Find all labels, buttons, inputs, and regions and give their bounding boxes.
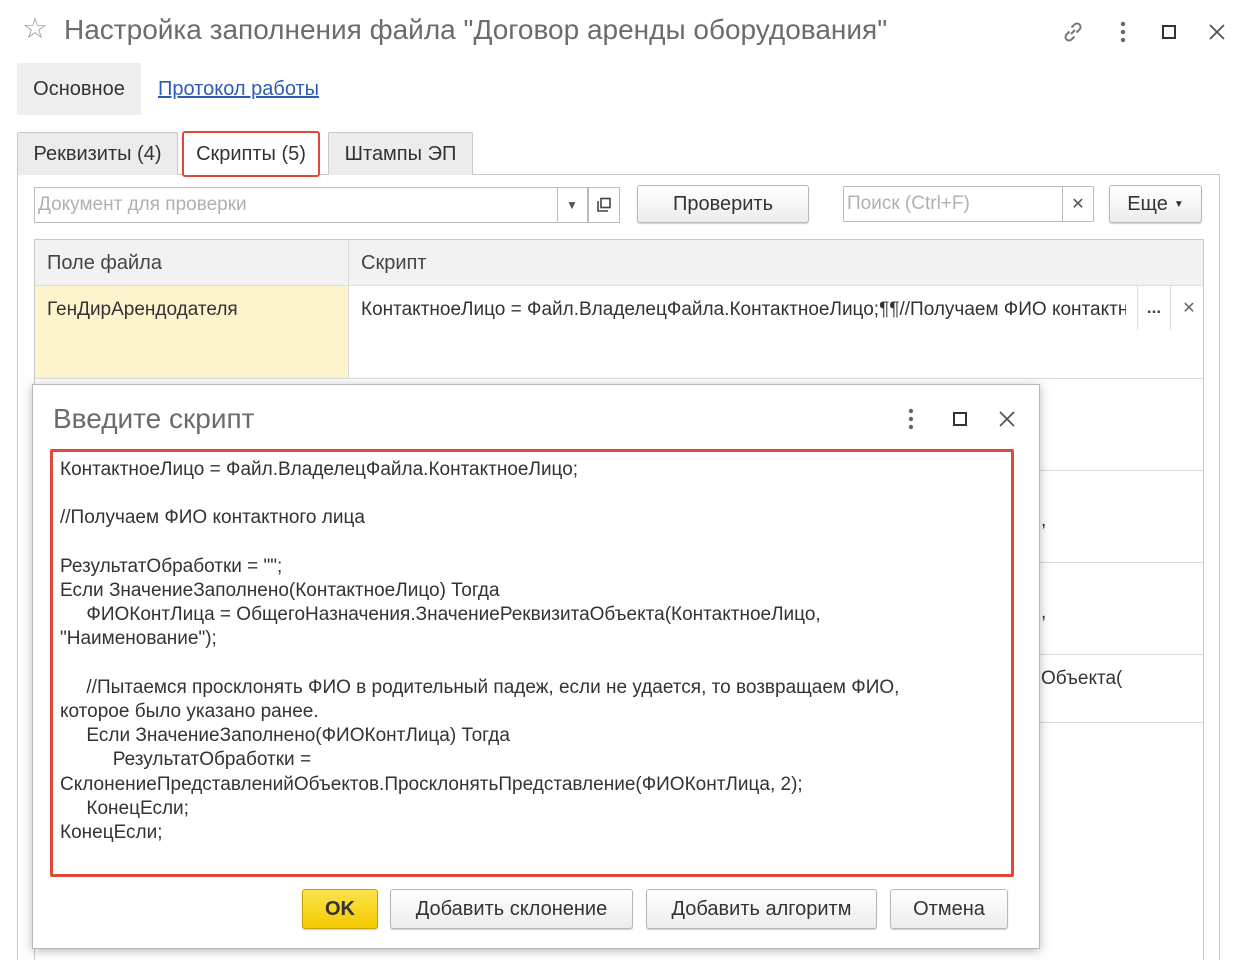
favorite-star-icon[interactable]: ☆ <box>20 14 50 44</box>
cancel-button[interactable]: Отмена <box>890 889 1008 929</box>
script-dialog: Введите скрипт КонтактноеЛицо = Файл.Вла… <box>32 384 1040 949</box>
ok-button[interactable]: OK <box>302 889 378 929</box>
table-row-field-cell[interactable]: ГенДирАрендодателя <box>35 286 348 378</box>
tab-requisites[interactable]: Реквизиты (4) <box>17 132 178 175</box>
clear-search-icon[interactable]: ✕ <box>1062 186 1094 222</box>
row-text-peek: , <box>1041 510 1047 531</box>
section-log-link[interactable]: Протокол работы <box>158 78 319 101</box>
more-vertical-icon[interactable] <box>1108 16 1138 48</box>
open-window-icon[interactable] <box>588 187 620 223</box>
maximize-icon[interactable] <box>1154 16 1184 48</box>
document-input[interactable]: Документ для проверки <box>34 187 558 223</box>
field-name: ГенДирАрендодателя <box>47 299 238 320</box>
row-divider <box>35 378 1203 379</box>
window-title-bar: ☆ Настройка заполнения файла "Договор ар… <box>0 0 1246 64</box>
caret-down-icon: ▼ <box>1173 198 1184 210</box>
edit-script-button[interactable]: ... <box>1137 286 1171 330</box>
dialog-maximize-icon[interactable] <box>946 405 974 433</box>
column-divider <box>348 240 349 378</box>
dialog-more-vertical-icon[interactable] <box>897 405 925 433</box>
more-button-label: Еще <box>1127 192 1168 215</box>
window-title: Настройка заполнения файла "Договор арен… <box>64 14 888 45</box>
chevron-down-icon[interactable]: ▼ <box>557 187 588 223</box>
tab-scripts[interactable]: Скрипты (5) <box>182 131 320 177</box>
row-text-peek: Объекта( <box>1041 668 1123 689</box>
column-header-field[interactable]: Поле файла <box>47 252 162 275</box>
table-header: Поле файла Скрипт <box>35 240 1203 286</box>
add-algorithm-button[interactable]: Добавить алгоритм <box>646 889 877 929</box>
tab-stamps[interactable]: Штампы ЭП <box>328 132 473 175</box>
row-text-peek: , <box>1041 602 1047 623</box>
link-icon[interactable] <box>1058 16 1088 48</box>
dialog-close-icon[interactable] <box>993 405 1021 433</box>
column-header-script[interactable]: Скрипт <box>361 252 426 275</box>
script-textarea[interactable]: КонтактноеЛицо = Файл.ВладелецФайла.Конт… <box>50 449 1014 877</box>
check-button[interactable]: Проверить <box>637 185 809 223</box>
dialog-title: Введите скрипт <box>53 403 255 434</box>
section-main[interactable]: Основное <box>17 63 141 115</box>
script-cell[interactable]: КонтактноеЛицо = Файл.ВладелецФайла.Конт… <box>361 299 1126 321</box>
clear-script-icon[interactable]: ✕ <box>1175 286 1203 330</box>
more-button[interactable]: Еще ▼ <box>1109 185 1202 223</box>
search-input[interactable]: Поиск (Ctrl+F) <box>843 186 1063 222</box>
add-declension-button[interactable]: Добавить склонение <box>390 889 633 929</box>
close-icon[interactable] <box>1202 16 1232 48</box>
